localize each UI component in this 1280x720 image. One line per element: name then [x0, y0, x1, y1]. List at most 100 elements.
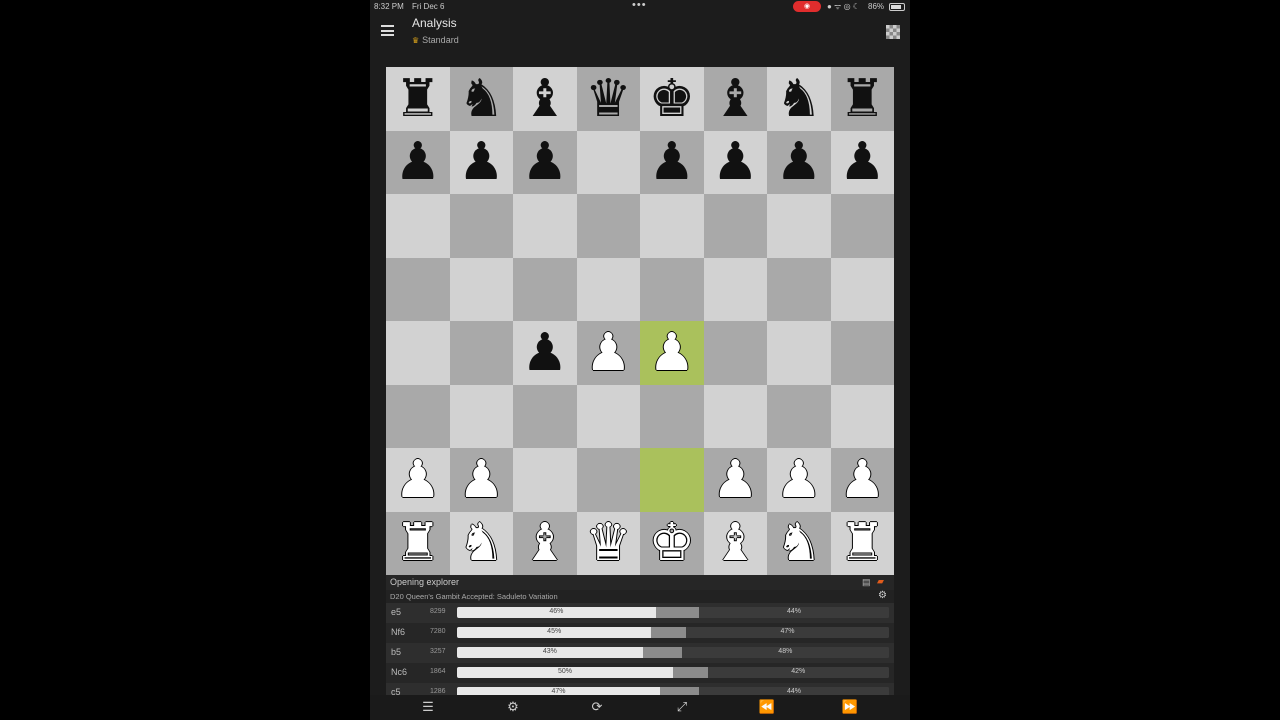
explorer-row[interactable]: e5 8299 46% 44%: [386, 603, 894, 623]
square-g8[interactable]: ♞: [767, 67, 831, 131]
square-d5[interactable]: [576, 257, 640, 321]
square-d1[interactable]: ♛: [576, 511, 640, 575]
black-rook-icon[interactable]: ♜: [839, 73, 886, 125]
white-knight-icon[interactable]: ♞: [775, 517, 822, 569]
black-queen-icon[interactable]: ♛: [585, 73, 632, 125]
white-pawn-icon[interactable]: ♟: [585, 327, 632, 379]
square-b5[interactable]: [449, 257, 513, 321]
black-pawn-icon[interactable]: ♟: [521, 136, 568, 188]
square-f5[interactable]: [703, 257, 767, 321]
square-a1[interactable]: ♜: [386, 511, 450, 575]
square-a8[interactable]: ♜: [386, 67, 450, 131]
square-e3[interactable]: [640, 384, 704, 448]
square-b8[interactable]: ♞: [449, 67, 513, 131]
square-h6[interactable]: [830, 194, 894, 258]
square-f1[interactable]: ♝: [703, 511, 767, 575]
square-c2[interactable]: [513, 448, 577, 512]
square-g1[interactable]: ♞: [767, 511, 831, 575]
square-c1[interactable]: ♝: [513, 511, 577, 575]
white-rook-icon[interactable]: ♜: [839, 517, 886, 569]
black-pawn-icon[interactable]: ♟: [521, 327, 568, 379]
black-pawn-icon[interactable]: ♟: [712, 136, 759, 188]
square-h2[interactable]: ♟: [830, 448, 894, 512]
white-pawn-icon[interactable]: ♟: [394, 454, 441, 506]
next-move-button[interactable]: ⏩: [840, 699, 860, 715]
list-icon[interactable]: ▤: [862, 577, 871, 588]
square-g5[interactable]: [767, 257, 831, 321]
square-e6[interactable]: [640, 194, 704, 258]
black-pawn-icon[interactable]: ♟: [839, 136, 886, 188]
square-c6[interactable]: [513, 194, 577, 258]
square-f7[interactable]: ♟: [703, 130, 767, 194]
white-rook-icon[interactable]: ♜: [394, 517, 441, 569]
square-e7[interactable]: ♟: [640, 130, 704, 194]
square-h1[interactable]: ♜: [830, 511, 894, 575]
flip-board-button[interactable]: ⟳: [587, 699, 607, 715]
white-bishop-icon[interactable]: ♝: [521, 517, 568, 569]
multitask-dots[interactable]: •••: [632, 0, 647, 11]
square-b4[interactable]: [449, 321, 513, 385]
square-d8[interactable]: ♛: [576, 67, 640, 131]
square-h8[interactable]: ♜: [830, 67, 894, 131]
square-h7[interactable]: ♟: [830, 130, 894, 194]
black-bishop-icon[interactable]: ♝: [521, 73, 568, 125]
square-e5[interactable]: [640, 257, 704, 321]
moves-list-button[interactable]: ☰: [418, 699, 438, 715]
engine-button[interactable]: ⤢: [672, 699, 692, 715]
square-c4[interactable]: ♟: [513, 321, 577, 385]
black-knight-icon[interactable]: ♞: [775, 73, 822, 125]
white-pawn-icon[interactable]: ♟: [458, 454, 505, 506]
square-d4[interactable]: ♟: [576, 321, 640, 385]
square-b3[interactable]: [449, 384, 513, 448]
square-g7[interactable]: ♟: [767, 130, 831, 194]
square-b1[interactable]: ♞: [449, 511, 513, 575]
square-h3[interactable]: [830, 384, 894, 448]
square-f4[interactable]: [703, 321, 767, 385]
square-f8[interactable]: ♝: [703, 67, 767, 131]
square-e4[interactable]: ♟: [640, 321, 704, 385]
white-knight-icon[interactable]: ♞: [458, 517, 505, 569]
square-c3[interactable]: [513, 384, 577, 448]
explorer-row[interactable]: b5 3257 43% 48%: [386, 643, 894, 663]
square-f6[interactable]: [703, 194, 767, 258]
black-pawn-icon[interactable]: ♟: [775, 136, 822, 188]
square-g6[interactable]: [767, 194, 831, 258]
square-f2[interactable]: ♟: [703, 448, 767, 512]
black-rook-icon[interactable]: ♜: [394, 73, 441, 125]
square-d2[interactable]: [576, 448, 640, 512]
square-d3[interactable]: [576, 384, 640, 448]
square-b2[interactable]: ♟: [449, 448, 513, 512]
square-e1[interactable]: ♚: [640, 511, 704, 575]
square-c5[interactable]: [513, 257, 577, 321]
square-h4[interactable]: [830, 321, 894, 385]
explorer-row[interactable]: Nf6 7280 45% 47%: [386, 623, 894, 643]
board-icon[interactable]: [886, 25, 900, 39]
square-g2[interactable]: ♟: [767, 448, 831, 512]
black-pawn-icon[interactable]: ♟: [648, 136, 695, 188]
menu-icon[interactable]: [381, 25, 394, 36]
black-knight-icon[interactable]: ♞: [458, 73, 505, 125]
square-b7[interactable]: ♟: [449, 130, 513, 194]
black-king-icon[interactable]: ♚: [648, 73, 695, 125]
square-b6[interactable]: [449, 194, 513, 258]
square-c8[interactable]: ♝: [513, 67, 577, 131]
square-d7[interactable]: [576, 130, 640, 194]
square-a4[interactable]: [386, 321, 450, 385]
square-f3[interactable]: [703, 384, 767, 448]
square-a6[interactable]: [386, 194, 450, 258]
square-h5[interactable]: [830, 257, 894, 321]
square-g3[interactable]: [767, 384, 831, 448]
explorer-row[interactable]: Nc6 1864 50% 42%: [386, 663, 894, 683]
white-king-icon[interactable]: ♚: [648, 517, 695, 569]
square-e2[interactable]: [640, 448, 704, 512]
black-pawn-icon[interactable]: ♟: [458, 136, 505, 188]
chess-board[interactable]: ♜ ♞ ♝ ♛ ♚ ♝ ♞ ♜ ♟ ♟ ♟ ♟ ♟ ♟ ♟ ♟ ♟ ♟ ♟ ♟ ♟ ♟ ♟ ♜ ♞ ♝ ♛ ♚ ♝ ♞ ♜: [386, 67, 894, 575]
black-bishop-icon[interactable]: ♝: [712, 73, 759, 125]
white-queen-icon[interactable]: ♛: [585, 517, 632, 569]
square-a5[interactable]: [386, 257, 450, 321]
white-pawn-icon[interactable]: ♟: [712, 454, 759, 506]
gear-icon[interactable]: ⚙: [878, 590, 887, 601]
square-c7[interactable]: ♟: [513, 130, 577, 194]
explorer-row[interactable]: c5 1286 47% 44%: [386, 683, 894, 695]
square-d6[interactable]: [576, 194, 640, 258]
